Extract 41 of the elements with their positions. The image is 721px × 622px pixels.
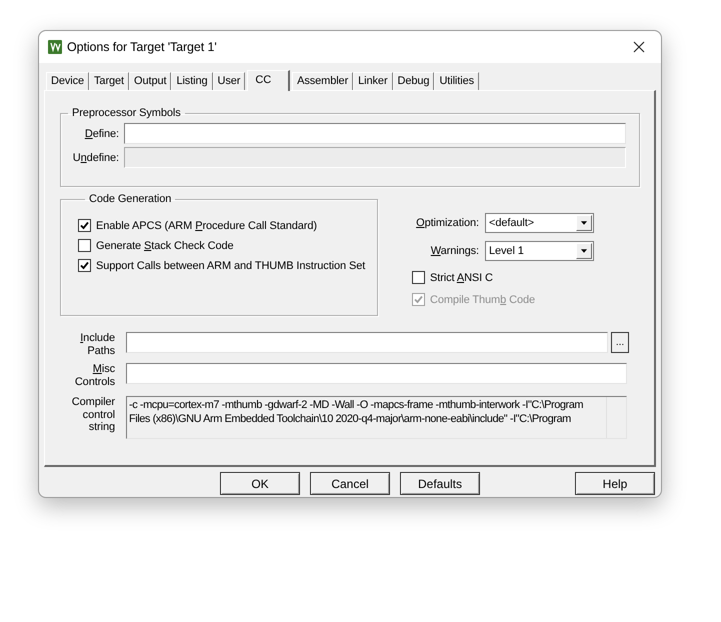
checkbox-label[interactable]: Enable APCS (ARM Procedure Call Standard)	[96, 220, 317, 232]
dialog-button[interactable]: Cancel	[310, 472, 390, 495]
window-title: Options for Target 'Target 1'	[67, 40, 217, 54]
field-label: Warnings:	[430, 245, 479, 257]
dialog-button[interactable]: Defaults	[400, 472, 480, 495]
tab[interactable]: Assembler	[292, 72, 354, 90]
input-field[interactable]	[126, 332, 608, 353]
tab[interactable]: User	[212, 72, 246, 90]
checkbox-label[interactable]: Strict ANSI C	[430, 272, 493, 284]
checkbox-label[interactable]: Generate Stack Check Code	[96, 240, 234, 252]
checkbox-label[interactable]: Support Calls between ARM and THUMB Instruction Set	[96, 260, 366, 272]
field-label: Include Paths	[79, 332, 115, 357]
tab[interactable]: Output	[129, 72, 172, 90]
close-icon	[633, 41, 645, 53]
browse-button[interactable]: ...	[611, 332, 629, 353]
tab[interactable]: Device	[46, 72, 90, 90]
field-label: Compiler control string	[70, 396, 115, 434]
field-label: Misc Controls	[74, 363, 115, 388]
text-area[interactable]: -c -mcpu=cortex-m7 -mthumb -gdwarf-2 -MD -Wall -O -mapcs-frame -mthumb-interwork -I"C:\Program Files (x86)\GNU Arm Embedded Toolchain\10 2020-q4-major\arm-none-eabi\include" -I"C:\Program	[126, 396, 627, 439]
input-field[interactable]	[124, 123, 626, 144]
checkbox[interactable]	[78, 219, 91, 232]
tab[interactable]: Utilities	[434, 72, 479, 90]
tab[interactable]: Linker	[353, 72, 393, 90]
field-label: Optimization:	[415, 217, 479, 229]
tab[interactable]: Target	[89, 72, 130, 90]
group-title: Code Generation	[88, 193, 172, 205]
dialog-button[interactable]: Help	[575, 472, 655, 495]
app-icon	[48, 40, 62, 54]
group-title: Preprocessor Symbols	[71, 107, 182, 119]
checkbox[interactable]	[78, 259, 91, 272]
tab[interactable]: Listing	[171, 72, 213, 90]
input-field[interactable]	[126, 363, 627, 384]
dialog-button[interactable]: OK	[220, 472, 300, 495]
checkbox[interactable]	[412, 271, 425, 284]
dropdown[interactable]: <default>	[485, 213, 594, 233]
dropdown[interactable]: Level 1	[485, 241, 594, 261]
tab[interactable]: CC	[247, 70, 290, 91]
tab[interactable]: Debug	[392, 72, 434, 90]
field-label: Define:	[84, 128, 119, 140]
field-label: Undefine:	[72, 152, 119, 164]
checkbox[interactable]	[78, 239, 91, 252]
